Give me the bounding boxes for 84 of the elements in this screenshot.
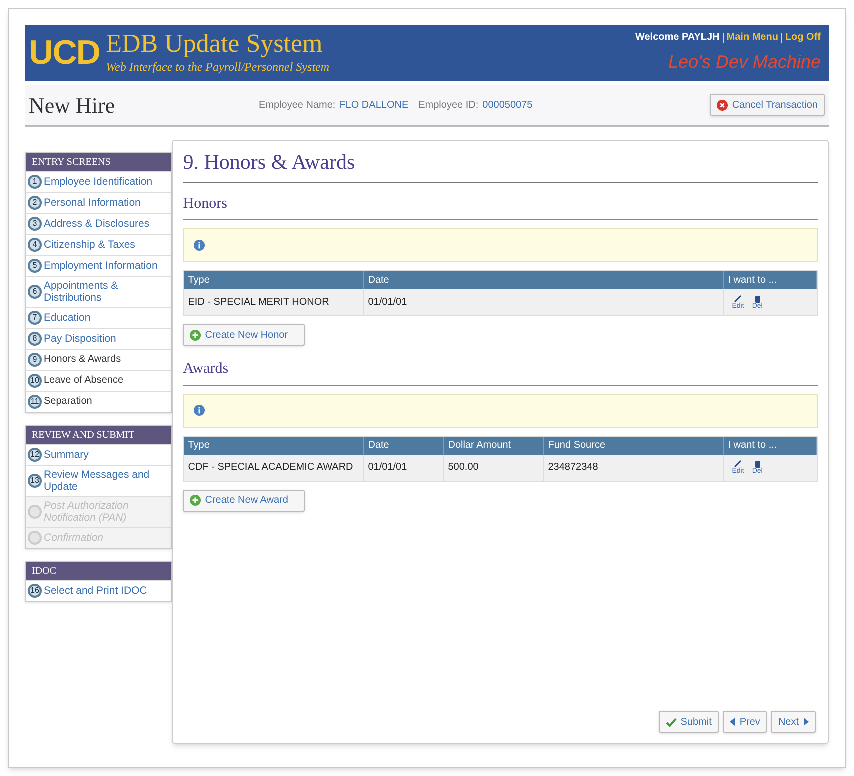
checkmark-icon bbox=[666, 718, 677, 726]
step-number: 3 bbox=[28, 217, 42, 231]
machine-name: Leo's Dev Machine bbox=[668, 51, 821, 74]
nav-item-label: Address & Disclosures bbox=[44, 218, 150, 230]
nav-item[interactable]: 11 Separation bbox=[26, 391, 172, 412]
step-number: 2 bbox=[28, 196, 42, 210]
trash-icon bbox=[754, 294, 761, 302]
nav-item[interactable]: 1 Employee Identification bbox=[26, 171, 172, 192]
nav-item-label: Confirmation bbox=[44, 532, 104, 544]
nav-item[interactable]: 5 Employment Information bbox=[26, 255, 172, 276]
nav-item-label: Summary bbox=[44, 449, 89, 461]
nav-item[interactable]: 3 Address & Disclosures bbox=[26, 213, 172, 234]
employee-id-label: Employee ID: bbox=[418, 98, 479, 112]
nav-item-label: Separation bbox=[44, 396, 92, 408]
step-number: 11 bbox=[28, 395, 42, 409]
next-button[interactable]: Next bbox=[771, 711, 816, 733]
nav-item-label: Personal Information bbox=[44, 197, 141, 209]
step-number: 1 bbox=[28, 175, 42, 189]
nav-item-label: Review Messages and Update bbox=[44, 469, 151, 493]
app-title: EDB Update System bbox=[106, 30, 324, 58]
nav-group-heading: IDOC bbox=[26, 562, 172, 580]
employee-id: 000050075 bbox=[482, 98, 533, 112]
nav-item-label: Citizenship & Taxes bbox=[44, 239, 136, 251]
nav-item-label: Employee Identification bbox=[44, 176, 153, 188]
step-number: 12 bbox=[28, 448, 42, 462]
header-link[interactable]: Main Menu bbox=[722, 32, 778, 42]
nav-item-label: Honors & Awards bbox=[44, 354, 122, 366]
subsection-title: Honors bbox=[183, 192, 818, 220]
nav-item-label: Employment Information bbox=[44, 260, 158, 272]
nav-item[interactable]: 4 Citizenship & Taxes bbox=[26, 234, 172, 255]
info-icon bbox=[194, 405, 206, 416]
table-cell: CDF - SPECIAL ACADEMIC AWARD bbox=[184, 454, 364, 480]
right-arrow-icon bbox=[803, 718, 809, 726]
nav-item-label: Leave of Absence bbox=[44, 375, 124, 387]
trash-icon bbox=[754, 460, 761, 468]
add-icon bbox=[190, 330, 202, 340]
page-title: New Hire bbox=[29, 92, 116, 120]
nav-item[interactable]: 2 Personal Information bbox=[26, 192, 172, 213]
step-number: 13 bbox=[28, 474, 42, 488]
table-cell: 234872348 bbox=[544, 454, 724, 480]
left-arrow-icon bbox=[730, 718, 736, 726]
prev-button[interactable]: Prev bbox=[722, 711, 768, 733]
nav-item-label: Education bbox=[44, 312, 91, 324]
pencil-icon bbox=[734, 294, 742, 302]
step-number: 6 bbox=[28, 285, 42, 299]
nav-item[interactable]: 7 Education bbox=[26, 307, 172, 328]
info-icon bbox=[194, 240, 206, 250]
submit-button[interactable]: Submit bbox=[658, 711, 719, 733]
nav-item-label: Appointments & Distributions bbox=[44, 280, 120, 304]
add-icon bbox=[190, 495, 202, 506]
cancel-icon bbox=[717, 100, 728, 110]
employee-name-label: Employee Name: bbox=[259, 98, 336, 112]
step-number: 5 bbox=[28, 259, 42, 273]
welcome-text: Welcome PAYLJH bbox=[635, 31, 720, 45]
pencil-icon bbox=[734, 460, 742, 468]
nav-group-heading: ENTRY SCREENS bbox=[26, 153, 172, 171]
create-button[interactable]: Create New Award bbox=[183, 490, 306, 512]
logo: UCD bbox=[29, 36, 100, 70]
nav-item-label: Post Authorization Notification (PAN) bbox=[44, 500, 130, 524]
nav-item[interactable]: 9 Honors & Awards bbox=[26, 349, 172, 370]
nav-item[interactable]: 10 Leave of Absence bbox=[26, 370, 172, 391]
header-link[interactable]: Log Off bbox=[781, 32, 821, 42]
step-number: 9 bbox=[28, 353, 42, 367]
step-number: 16 bbox=[28, 584, 42, 598]
table-cell: 500.00 bbox=[444, 454, 544, 480]
step-number: 10 bbox=[28, 374, 42, 388]
create-button[interactable]: Create New Honor bbox=[183, 324, 306, 346]
app-subtitle: Web Interface to the Payroll/Personnel System bbox=[106, 59, 330, 76]
table-cell: 01/01/01 bbox=[364, 289, 724, 315]
section-title: 9. Honors & Awards bbox=[183, 147, 818, 182]
nav-item[interactable]: 16 Select and Print IDOC bbox=[26, 580, 172, 601]
step-number: 7 bbox=[28, 311, 42, 325]
step-number: 8 bbox=[28, 332, 42, 346]
nav-item-label: Pay Disposition bbox=[44, 333, 116, 345]
step-number: 4 bbox=[28, 238, 42, 252]
nav-item[interactable]: 12 Summary bbox=[26, 444, 172, 465]
nav-group-heading: REVIEW AND SUBMIT bbox=[26, 426, 172, 444]
employee-name: FLO DALLONE bbox=[340, 98, 409, 112]
cancel-transaction-button[interactable]: Cancel Transaction bbox=[710, 94, 825, 116]
table-cell: 01/01/01 bbox=[364, 454, 444, 480]
table-cell: EID - SPECIAL MERIT HONOR bbox=[184, 289, 364, 315]
nav-item[interactable]: 8 Pay Disposition bbox=[26, 328, 172, 349]
nav-item-label: Select and Print IDOC bbox=[44, 585, 148, 597]
subsection-title: Awards bbox=[183, 358, 818, 386]
